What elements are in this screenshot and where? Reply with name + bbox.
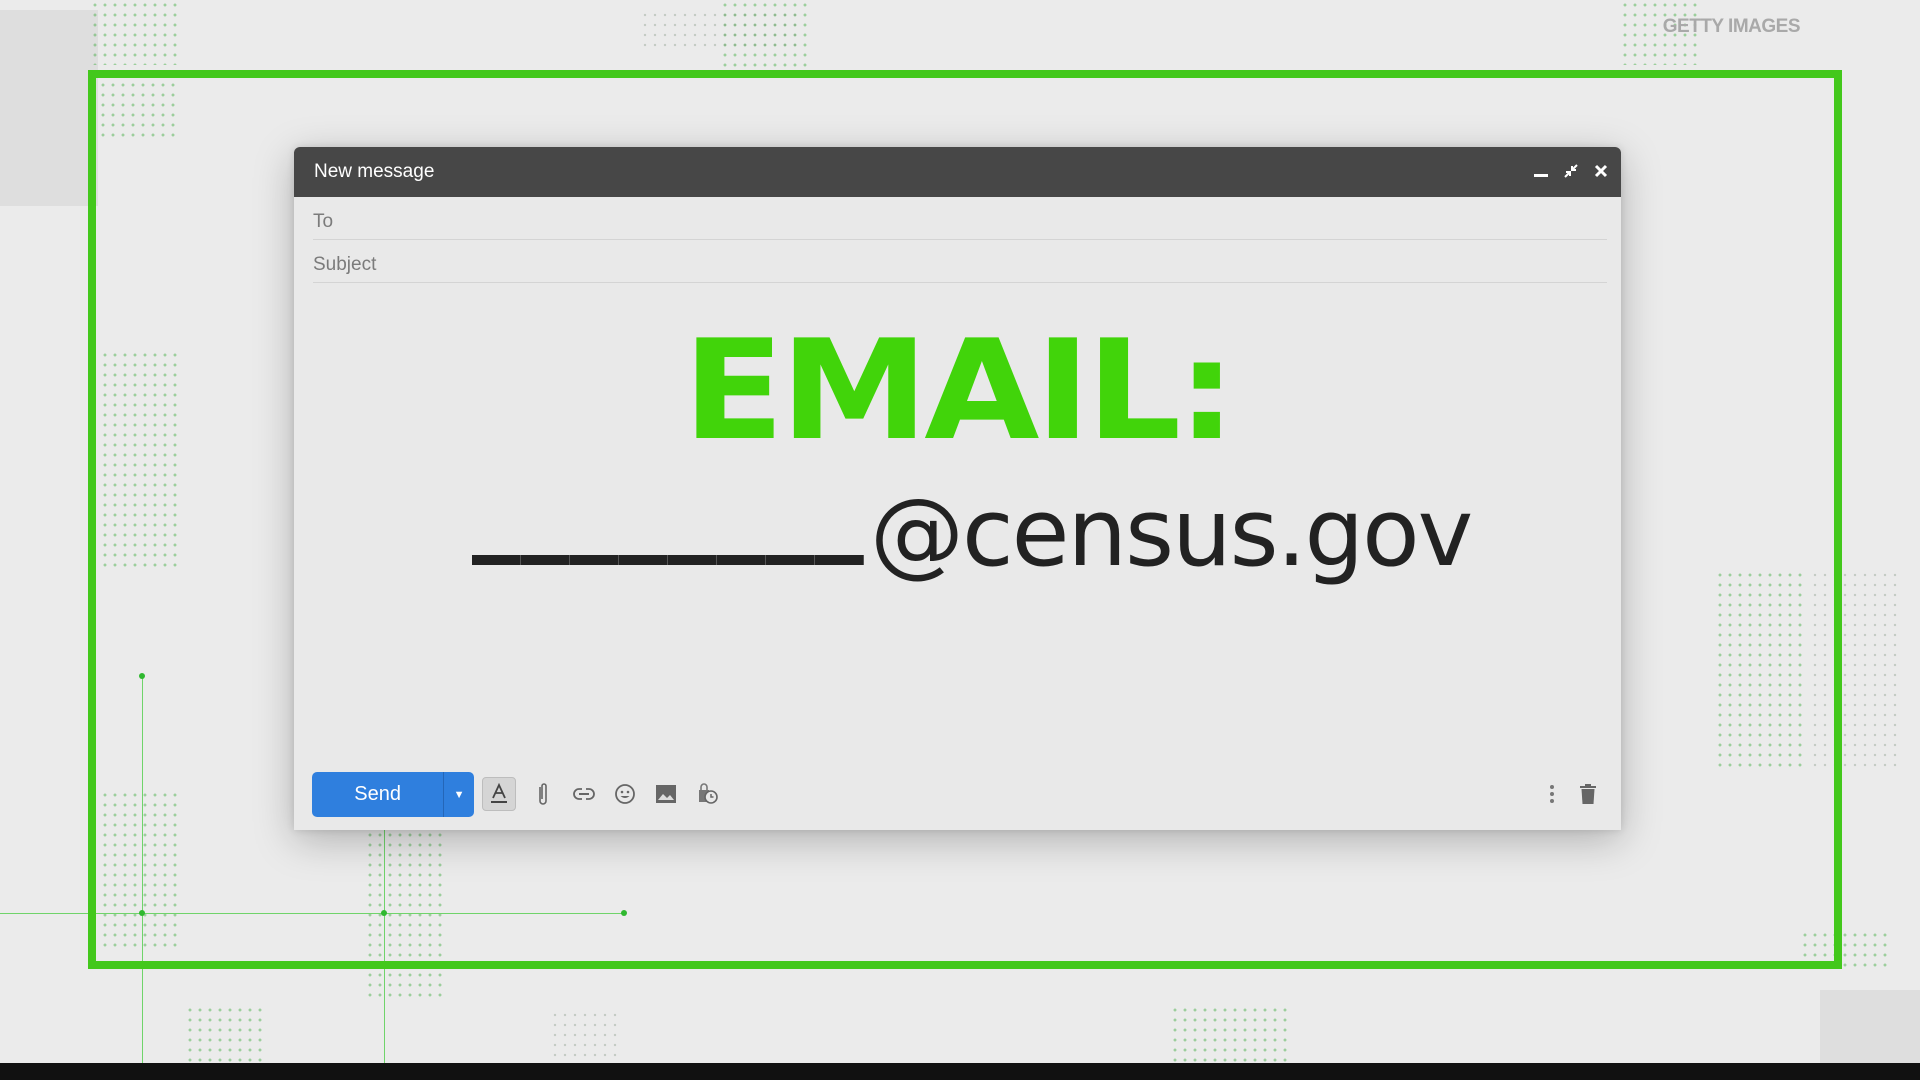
dot-grid-decoration	[1170, 1005, 1290, 1063]
dot-grid-decoration	[90, 0, 180, 65]
send-button-group: Send ▼	[312, 772, 474, 817]
compose-window: New message To Subject EMAIL: @census.go…	[294, 147, 1621, 830]
dot-grid-decoration	[550, 1010, 620, 1060]
exit-fullscreen-icon[interactable]	[1561, 161, 1581, 181]
to-label: To	[313, 211, 334, 232]
compose-title: New message	[314, 161, 435, 182]
background-panel	[1820, 990, 1920, 1063]
send-button[interactable]: Send	[312, 772, 443, 817]
trash-icon[interactable]	[1571, 777, 1605, 811]
attach-icon[interactable]	[526, 777, 560, 811]
subject-label: Subject	[313, 254, 377, 275]
subject-field[interactable]: Subject	[313, 240, 1607, 283]
link-icon[interactable]	[567, 777, 601, 811]
schedule-icon[interactable]	[690, 777, 724, 811]
dot-grid-decoration	[640, 10, 800, 50]
minimize-icon[interactable]	[1531, 161, 1551, 181]
body-headline: EMAIL:	[682, 310, 1237, 471]
email-blank	[472, 555, 864, 565]
close-icon[interactable]	[1591, 161, 1611, 181]
compose-header: New message	[294, 147, 1621, 197]
emoji-icon[interactable]	[608, 777, 642, 811]
to-input[interactable]	[403, 205, 1607, 233]
watermark: GETTY IMAGES	[1662, 16, 1801, 37]
dot-grid-decoration	[185, 1005, 265, 1065]
to-field[interactable]: To	[313, 197, 1607, 240]
send-options-button[interactable]: ▼	[443, 772, 474, 817]
subject-input[interactable]	[403, 248, 1607, 276]
compose-toolbar: Send ▼	[312, 772, 1607, 817]
image-icon[interactable]	[649, 777, 683, 811]
more-vertical-icon[interactable]	[1535, 777, 1569, 811]
letterbox-bar	[0, 1063, 1920, 1080]
body-email-address: @census.gov	[472, 487, 1473, 581]
email-domain: @census.gov	[870, 479, 1473, 588]
background-panel	[0, 10, 98, 206]
caret-down-icon: ▼	[453, 788, 465, 801]
text-format-icon[interactable]	[482, 777, 516, 811]
